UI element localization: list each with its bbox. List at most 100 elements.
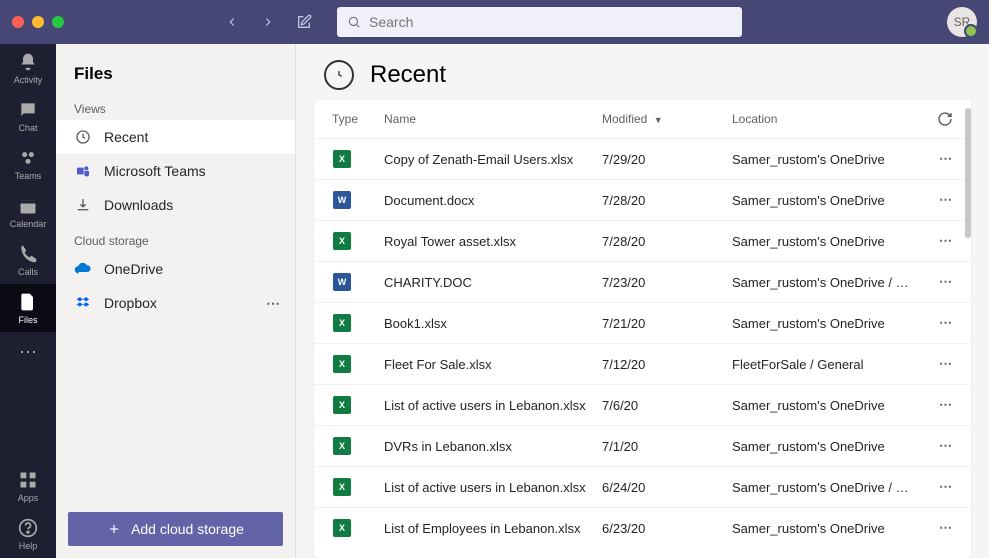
row-more-options[interactable]: ⋯ (939, 479, 953, 495)
rail-chat[interactable]: Chat (0, 92, 56, 140)
row-more-options[interactable]: ⋯ (939, 438, 953, 454)
table-row[interactable]: XList of active users in Lebanon.xlsx7/6… (314, 384, 971, 425)
file-modified: 7/21/20 (602, 316, 732, 331)
table-body: XCopy of Zenath-Email Users.xlsx7/29/20S… (314, 138, 971, 558)
apps-icon (17, 469, 39, 491)
files-table: Type Name Modified ▼ Location X Copy of Z… (314, 100, 971, 558)
rail-calls[interactable]: Calls (0, 236, 56, 284)
sidebar-item-downloads[interactable]: Downloads⋯ (56, 188, 295, 222)
row-more-options[interactable]: ⋯ (939, 274, 953, 290)
table-row[interactable]: XList of Employees in Lebanon.xlsx6/23/2… (314, 507, 971, 548)
row-more-options[interactable]: ⋯ (939, 315, 953, 331)
back-button[interactable] (219, 9, 245, 35)
rail-teams[interactable]: Teams (0, 140, 56, 188)
recent-icon (324, 60, 354, 90)
sidebar-item-dropbox[interactable]: Dropbox ⋯ (56, 286, 295, 320)
table-row[interactable]: W Document.docx7/28/20Samer_rustom's OneD… (314, 179, 971, 220)
rail-calendar[interactable]: Calendar (0, 188, 56, 236)
maximize-window-button[interactable] (52, 16, 64, 28)
activity-icon (17, 51, 39, 73)
file-location: Samer_rustom's OneDrive (732, 398, 953, 413)
minimize-window-button[interactable] (32, 16, 44, 28)
rail-label: Teams (15, 171, 42, 181)
file-location: Samer_rustom's OneDrive (732, 521, 953, 536)
add-cloud-storage-button[interactable]: Add cloud storage (68, 512, 283, 546)
table-row[interactable]: XCopy of Zenath-Email Users.xlsx7/29/20S… (314, 138, 971, 179)
file-name: List of active users in Lebanon.xlsx (384, 398, 602, 413)
rail-activity[interactable]: Activity (0, 44, 56, 92)
row-more-options[interactable]: ⋯ (939, 192, 953, 208)
calendar-icon (17, 195, 39, 217)
sidebar-item-label: OneDrive (104, 261, 163, 277)
sidebar-item-label: Recent (104, 129, 148, 145)
sidebar-item-recent[interactable]: Recent⋯ (56, 120, 295, 154)
file-modified: 7/12/20 (602, 357, 732, 372)
sidebar-item-onedrive[interactable]: OneDrive⋯ (56, 252, 295, 286)
row-more-options[interactable]: ⋯ (939, 397, 953, 413)
sidebar-item-label: Microsoft Teams (104, 163, 206, 179)
rail-files[interactable]: Files (0, 284, 56, 332)
file-modified: 7/28/20 (602, 193, 732, 208)
sidebar-item-msteams[interactable]: Microsoft Teams⋯ (56, 154, 295, 188)
col-type[interactable]: Type (332, 112, 384, 126)
file-type-icon: W (332, 190, 352, 210)
row-more-options[interactable]: ⋯ (939, 520, 953, 536)
file-modified: 6/24/20 (602, 480, 732, 495)
col-name[interactable]: Name (384, 112, 602, 126)
search-box[interactable] (337, 7, 742, 37)
table-row[interactable]: XDVRs in Lebanon.xlsx7/1/20Samer_rustom'… (314, 425, 971, 466)
file-type-icon: X (332, 354, 352, 374)
row-more-options[interactable]: ⋯ (939, 356, 953, 372)
table-row[interactable]: XRoyal Tower asset.xlsx7/28/20Samer_rust… (314, 220, 971, 261)
rail-label: Calls (18, 267, 38, 277)
sidebar-item-label: Dropbox (104, 295, 157, 311)
row-more-options[interactable]: ⋯ (939, 151, 953, 167)
file-location: Samer_rustom's OneDrive (732, 316, 953, 331)
file-type-icon: X (332, 313, 352, 333)
table-row[interactable]: XFleet For Sale.xlsx7/12/20FleetForSale … (314, 343, 971, 384)
file-name: Document.docx (384, 193, 602, 208)
compose-button[interactable] (291, 9, 317, 35)
sidebar-section-cloud: Cloud storage (56, 228, 295, 252)
rail-label: Calendar (10, 219, 47, 229)
avatar[interactable]: SR (947, 7, 977, 37)
downloads-icon (74, 196, 92, 214)
rail-help[interactable]: Help (0, 510, 56, 558)
col-location[interactable]: Location (732, 112, 953, 126)
row-more-options[interactable]: ⋯ (939, 233, 953, 249)
forward-button[interactable] (255, 9, 281, 35)
col-modified[interactable]: Modified ▼ (602, 112, 732, 126)
refresh-button[interactable] (937, 111, 953, 127)
file-type-icon: X (332, 231, 352, 251)
onedrive-icon (74, 260, 92, 278)
files-icon (17, 291, 39, 313)
file-type-icon: X (332, 436, 352, 456)
search-input[interactable] (361, 14, 732, 30)
msteams-icon (74, 162, 92, 180)
add-cloud-storage-label: Add cloud storage (131, 521, 244, 537)
scrollbar[interactable] (965, 108, 971, 238)
table-row[interactable]: XList of active users in Lebanon.xlsx6/2… (314, 466, 971, 507)
sidebar: Files Views Recent⋯Microsoft Teams⋯Downl… (56, 44, 296, 558)
rail-label: Activity (14, 75, 43, 85)
file-name: Royal Tower asset.xlsx (384, 234, 602, 249)
file-location: Samer_rustom's OneDrive (732, 193, 953, 208)
file-name: List of Employees in Lebanon.xlsx (384, 521, 602, 536)
page-title: Recent (370, 61, 446, 89)
main-content: Recent Type Name Modified ▼ Location X Co… (296, 44, 989, 558)
file-modified: 7/28/20 (602, 234, 732, 249)
table-row[interactable]: WCHARITY.DOC7/23/20Samer_rustom's OneDri… (314, 261, 971, 302)
rail-more[interactable]: ⋯ (0, 332, 56, 372)
file-name: List of active users in Lebanon.xlsx (384, 480, 602, 495)
file-type-icon: X (332, 149, 352, 169)
recent-icon (74, 128, 92, 146)
rail-label: Help (19, 541, 38, 551)
more-options-icon[interactable]: ⋯ (266, 295, 281, 312)
rail-apps[interactable]: Apps (0, 462, 56, 510)
table-row[interactable]: XBook1.xlsx7/21/20Samer_rustom's OneDriv… (314, 302, 971, 343)
help-icon (17, 517, 39, 539)
close-window-button[interactable] (12, 16, 24, 28)
file-name: Copy of Zenath-Email Users.xlsx (384, 152, 602, 167)
app-rail: Activity Chat Teams Calendar Calls Files ⋯ Ap… (0, 44, 56, 558)
file-modified: 7/23/20 (602, 275, 732, 290)
